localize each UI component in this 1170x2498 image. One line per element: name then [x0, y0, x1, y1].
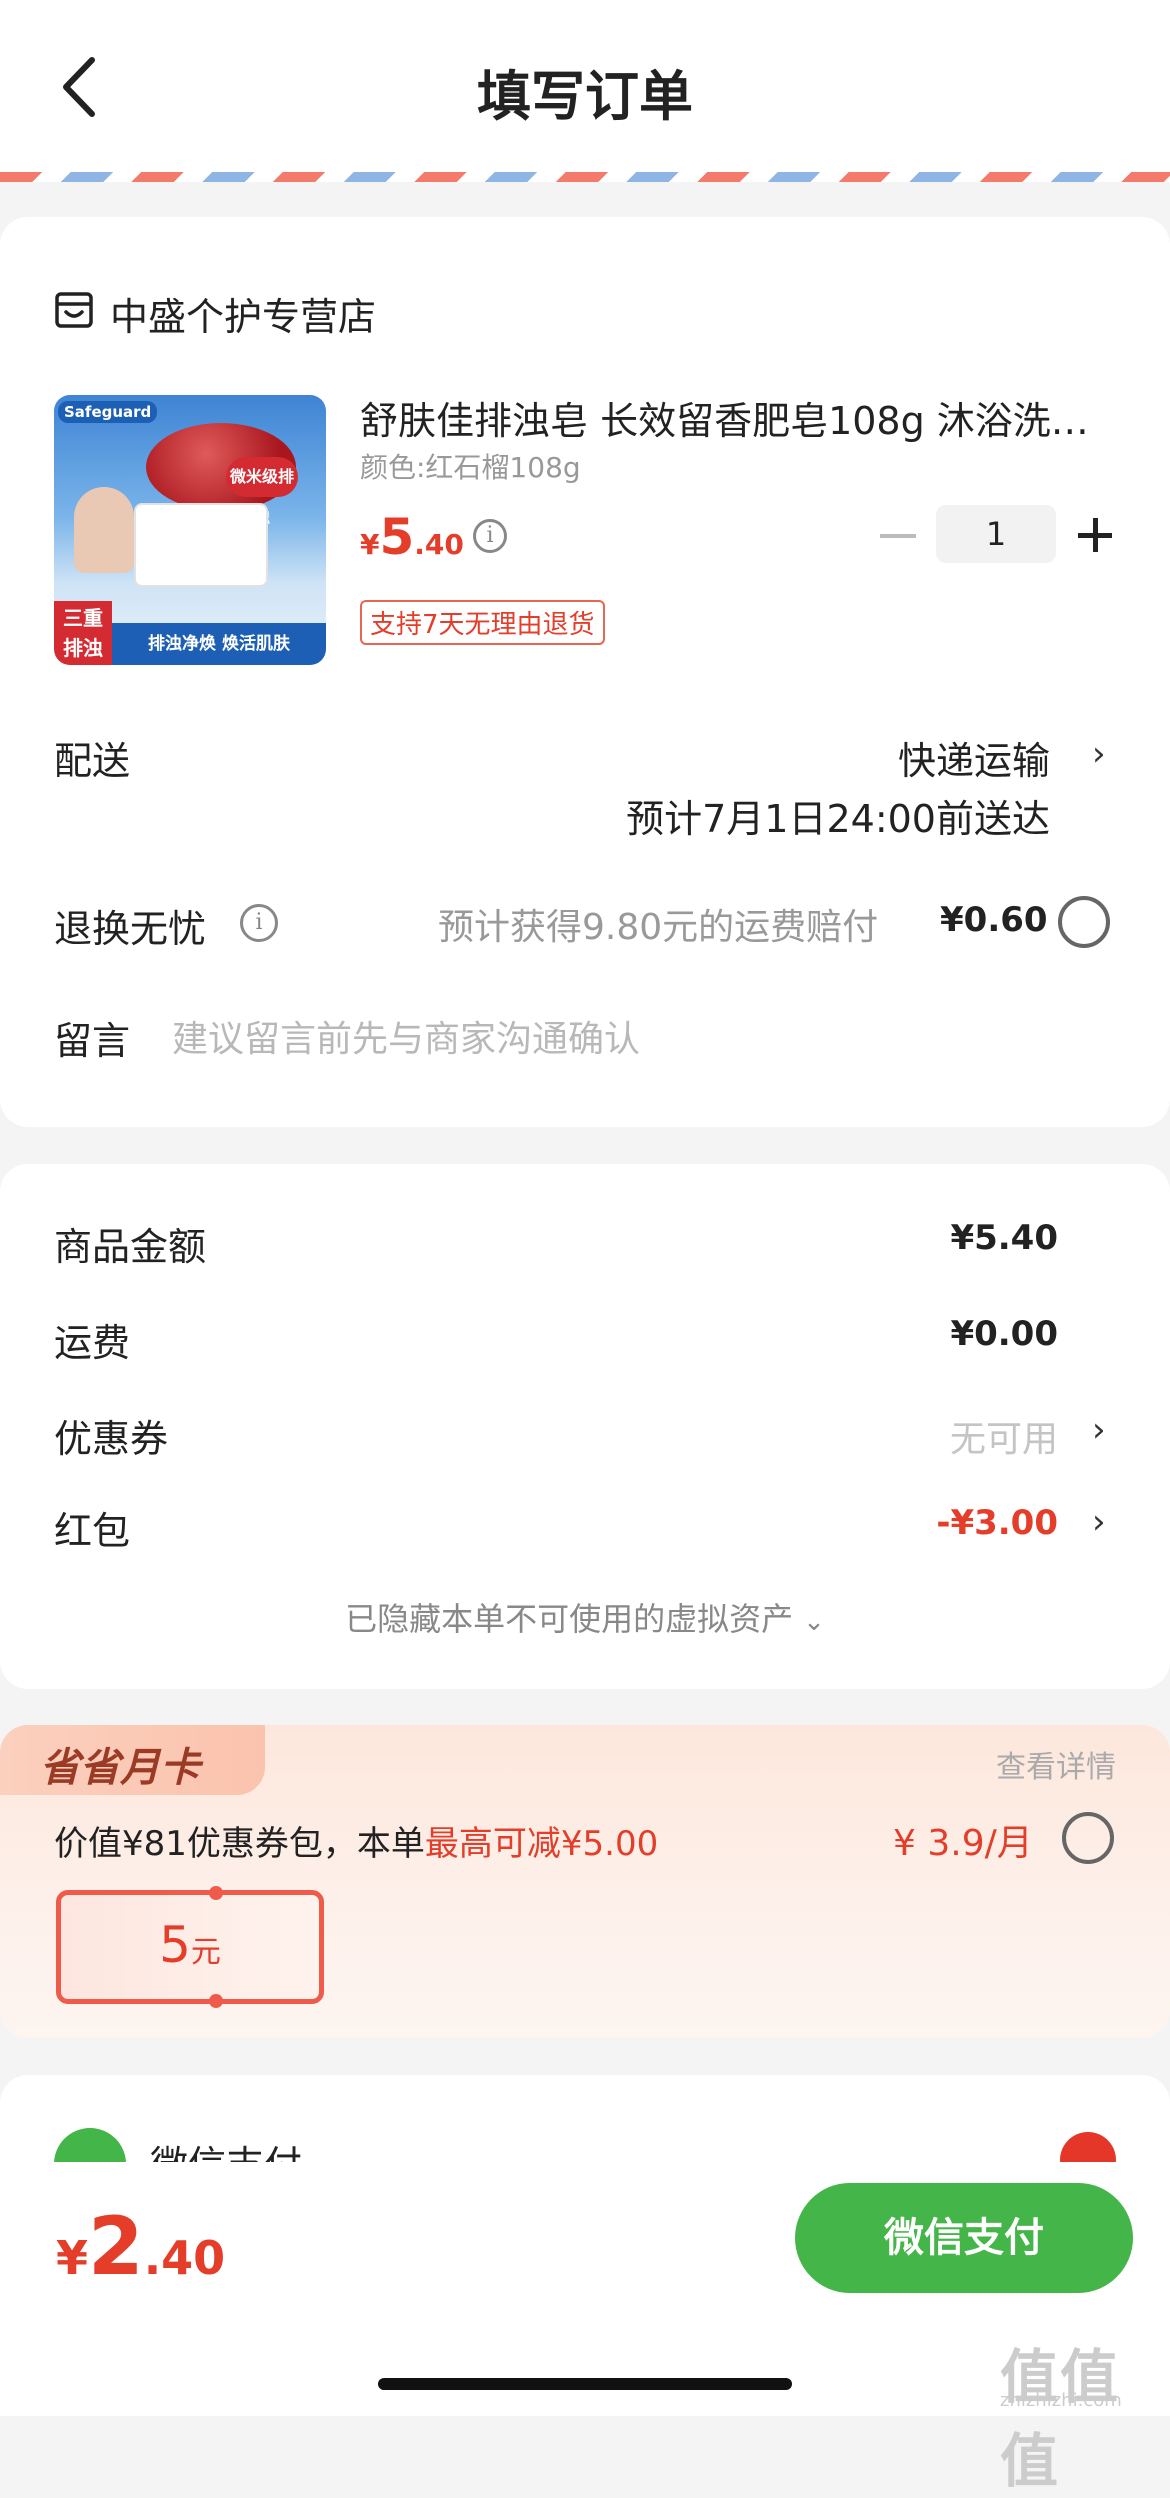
goods-amount-label: 商品金额	[54, 1225, 207, 1269]
view-details-link[interactable]: 查看详情	[996, 1742, 1116, 1786]
month-card-description: 价值¥81优惠券包，本单最高可减¥5.00	[54, 1824, 659, 1864]
watermark-url: zhizhizhi.com	[1000, 2390, 1122, 2411]
home-indicator	[378, 2378, 792, 2390]
coupon-label: 优惠券	[54, 1417, 169, 1461]
red-packet-value[interactable]: -¥3.00	[936, 1503, 1058, 1543]
delivery-method[interactable]: 快递运输	[898, 730, 1050, 785]
hidden-assets-toggle[interactable]: 已隐藏本单不可使用的虚拟资产 ⌄	[0, 1594, 1170, 1640]
shipping-fee-value: ¥0.00	[950, 1314, 1058, 1354]
insurance-hint: 预计获得9.80元的运费赔付	[438, 907, 879, 948]
store-name[interactable]: 中盛个护专营店	[110, 286, 376, 341]
month-card-price: ¥ 3.9/月	[893, 1823, 1033, 1864]
insurance-radio[interactable]	[1058, 896, 1110, 948]
return-policy-tag: 支持7天无理由退货	[360, 600, 605, 645]
page-title: 填写订单	[477, 65, 693, 128]
delivery-eta: 预计7月1日24:00前送达	[626, 797, 1050, 841]
increase-quantity-button[interactable]	[1078, 518, 1112, 552]
voucher-ticket: 5元	[56, 1886, 324, 2008]
delivery-label: 配送	[54, 739, 131, 783]
product-title[interactable]: 舒肤佳排浊皂 长效留香肥皂108g 沐浴洗…	[360, 390, 1120, 445]
red-packet-label: 红包	[54, 1509, 131, 1553]
wechat-pay-button[interactable]: 微信支付	[795, 2183, 1133, 2293]
store-icon	[55, 292, 93, 328]
delivery-chevron-icon[interactable]: ›	[1092, 734, 1106, 774]
price-info-icon[interactable]: i	[473, 519, 507, 553]
product-spec: 颜色:红石榴108g	[360, 451, 581, 484]
decrease-quantity-button[interactable]	[880, 534, 916, 538]
shipping-fee-label: 运费	[54, 1321, 131, 1365]
order-item-card	[0, 217, 1170, 1127]
quantity-input[interactable]: 1	[936, 505, 1056, 563]
product-image[interactable]: Safeguard 微米级排浊 三重排浊 排浊净焕 焕活肌肤	[54, 395, 326, 665]
total-price: ¥2.40	[56, 2200, 226, 2293]
coupon-chevron-icon[interactable]: ›	[1092, 1410, 1106, 1450]
watermark-logo: 值值值	[1000, 2343, 1121, 2495]
insurance-label: 退换无忧	[54, 907, 207, 951]
coupon-value[interactable]: 无可用	[950, 1410, 1058, 1462]
chevron-down-icon: ⌄	[803, 1607, 825, 1637]
month-card-radio[interactable]	[1062, 1812, 1114, 1864]
insurance-info-icon[interactable]: i	[240, 904, 278, 942]
red-packet-chevron-icon[interactable]: ›	[1092, 1502, 1106, 1542]
month-card-badge-text: 省省月卡	[40, 1745, 200, 1791]
message-input[interactable]: 建议留言前先与商家沟通确认	[172, 1010, 640, 1062]
address-envelope-border	[0, 150, 1170, 182]
insurance-price: ¥0.60	[940, 900, 1048, 940]
goods-amount-value: ¥5.40	[950, 1218, 1058, 1258]
unit-price: ¥5.40	[360, 508, 464, 566]
message-label: 留言	[54, 1019, 131, 1063]
